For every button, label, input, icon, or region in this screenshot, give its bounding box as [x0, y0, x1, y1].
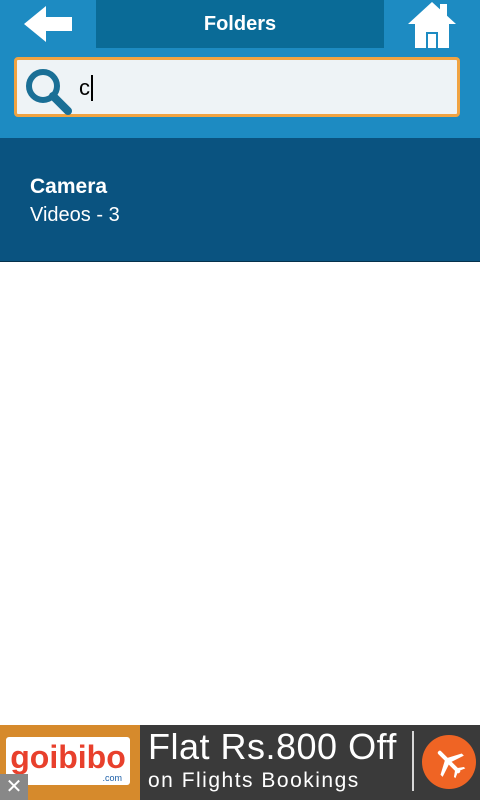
page-title: Folders — [203, 13, 277, 35]
home-icon — [408, 2, 456, 48]
folder-subtitle: Videos - 3 — [30, 204, 120, 226]
airplane-icon — [422, 735, 476, 789]
list-item[interactable]: Camera Videos - 3 — [0, 138, 480, 262]
search-input-value: c — [79, 75, 90, 100]
search-field[interactable]: c — [14, 57, 460, 117]
folder-name: Camera — [30, 175, 108, 198]
back-button[interactable] — [0, 0, 96, 48]
search-bar: c — [0, 48, 480, 138]
ad-divider — [412, 731, 414, 791]
text-cursor — [91, 75, 93, 101]
top-bar: Folders — [0, 0, 480, 48]
search-icon[interactable] — [23, 66, 73, 116]
ad-banner[interactable]: goibibo .com ✕ Flat Rs.800 Off on Flight… — [0, 725, 480, 800]
home-button[interactable] — [384, 0, 480, 48]
ad-headline: Flat Rs.800 Off — [148, 726, 397, 767]
search-input[interactable]: c — [79, 70, 93, 106]
ad-brand-suffix: .com — [102, 773, 122, 783]
ad-subline: on Flights Bookings — [148, 769, 360, 792]
ad-close-button[interactable]: ✕ — [0, 774, 28, 800]
ad-text: Flat Rs.800 Off on Flights Bookings — [148, 727, 397, 795]
ad-brand-name: goibibo — [10, 739, 126, 775]
arrow-left-icon — [24, 6, 72, 42]
folder-list: Camera Videos - 3 — [0, 138, 480, 262]
airplane-glyph — [437, 750, 466, 779]
folders-screen: Folders c Camera Videos - 3 goibibo .com… — [0, 0, 480, 800]
